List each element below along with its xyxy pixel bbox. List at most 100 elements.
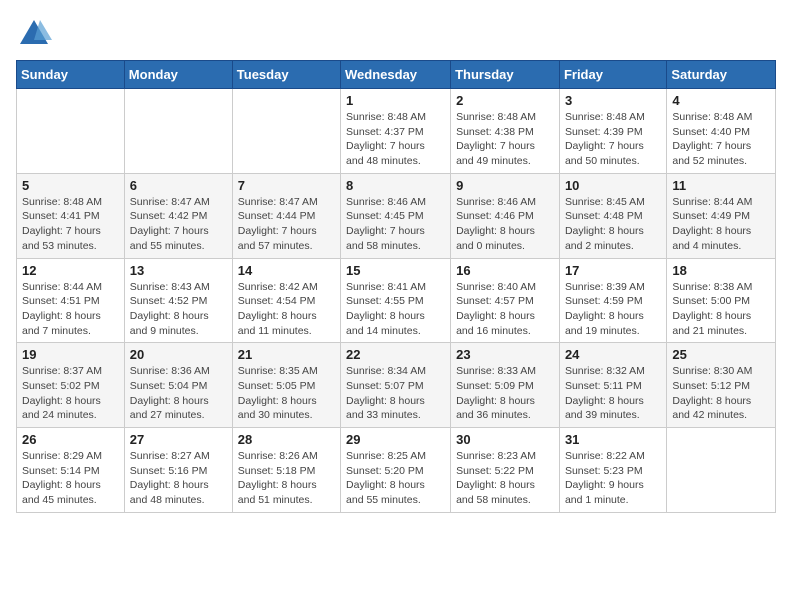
day-info: Sunrise: 8:44 AM Sunset: 4:51 PM Dayligh… — [22, 280, 119, 339]
day-number: 23 — [456, 347, 554, 362]
day-number: 29 — [346, 432, 445, 447]
calendar-cell: 18 Sunrise: 8:38 AM Sunset: 5:00 PM Dayli… — [667, 258, 776, 343]
day-number: 19 — [22, 347, 119, 362]
day-info: Sunrise: 8:48 AM Sunset: 4:40 PM Dayligh… — [672, 110, 770, 169]
day-number: 21 — [238, 347, 335, 362]
day-number: 2 — [456, 93, 554, 108]
calendar-cell: 15 Sunrise: 8:41 AM Sunset: 4:55 PM Dayli… — [341, 258, 451, 343]
calendar-table: SundayMondayTuesdayWednesdayThursdayFrid… — [16, 60, 776, 513]
day-info: Sunrise: 8:48 AM Sunset: 4:38 PM Dayligh… — [456, 110, 554, 169]
day-number: 24 — [565, 347, 661, 362]
day-of-week-header: Saturday — [667, 61, 776, 89]
page-header — [16, 16, 776, 52]
day-info: Sunrise: 8:27 AM Sunset: 5:16 PM Dayligh… — [130, 449, 227, 508]
day-number: 31 — [565, 432, 661, 447]
calendar-cell: 5Sunrise: 8:48 AM Sunset: 4:41 PM Daylig… — [17, 173, 125, 258]
day-of-week-header: Thursday — [451, 61, 560, 89]
day-info: Sunrise: 8:36 AM Sunset: 5:04 PM Dayligh… — [130, 364, 227, 423]
day-number: 9 — [456, 178, 554, 193]
day-info: Sunrise: 8:46 AM Sunset: 4:46 PM Dayligh… — [456, 195, 554, 254]
day-info: Sunrise: 8:33 AM Sunset: 5:09 PM Dayligh… — [456, 364, 554, 423]
day-info: Sunrise: 8:48 AM Sunset: 4:39 PM Dayligh… — [565, 110, 661, 169]
day-number: 15 — [346, 263, 445, 278]
calendar-cell — [667, 428, 776, 513]
day-info: Sunrise: 8:43 AM Sunset: 4:52 PM Dayligh… — [130, 280, 227, 339]
calendar-cell: 8 Sunrise: 8:46 AM Sunset: 4:45 PM Daylig… — [341, 173, 451, 258]
day-number: 17 — [565, 263, 661, 278]
day-info: Sunrise: 8:38 AM Sunset: 5:00 PM Dayligh… — [672, 280, 770, 339]
calendar-cell: 6 Sunrise: 8:47 AM Sunset: 4:42 PM Daylig… — [124, 173, 232, 258]
calendar-header-row: SundayMondayTuesdayWednesdayThursdayFrid… — [17, 61, 776, 89]
calendar-cell: 9 Sunrise: 8:46 AM Sunset: 4:46 PM Daylig… — [451, 173, 560, 258]
calendar-cell: 23 Sunrise: 8:33 AM Sunset: 5:09 PM Dayli… — [451, 343, 560, 428]
calendar-cell: 3 Sunrise: 8:48 AM Sunset: 4:39 PM Daylig… — [559, 89, 666, 174]
day-info: Sunrise: 8:45 AM Sunset: 4:48 PM Dayligh… — [565, 195, 661, 254]
calendar-cell: 10 Sunrise: 8:45 AM Sunset: 4:48 PM Dayli… — [559, 173, 666, 258]
calendar-week-row: 12 Sunrise: 8:44 AM Sunset: 4:51 PM Dayli… — [17, 258, 776, 343]
day-info: Sunrise: 8:42 AM Sunset: 4:54 PM Dayligh… — [238, 280, 335, 339]
day-info: Sunrise: 8:34 AM Sunset: 5:07 PM Dayligh… — [346, 364, 445, 423]
calendar-cell: 30 Sunrise: 8:23 AM Sunset: 5:22 PM Dayli… — [451, 428, 560, 513]
day-number: 22 — [346, 347, 445, 362]
day-number: 28 — [238, 432, 335, 447]
calendar-cell: 1Sunrise: 8:48 AM Sunset: 4:37 PM Daylig… — [341, 89, 451, 174]
day-number: 26 — [22, 432, 119, 447]
day-number: 6 — [130, 178, 227, 193]
calendar-cell: 26 Sunrise: 8:29 AM Sunset: 5:14 PM Dayli… — [17, 428, 125, 513]
calendar-cell: 17 Sunrise: 8:39 AM Sunset: 4:59 PM Dayli… — [559, 258, 666, 343]
day-number: 4 — [672, 93, 770, 108]
day-info: Sunrise: 8:46 AM Sunset: 4:45 PM Dayligh… — [346, 195, 445, 254]
day-info: Sunrise: 8:22 AM Sunset: 5:23 PM Dayligh… — [565, 449, 661, 508]
day-number: 7 — [238, 178, 335, 193]
day-number: 14 — [238, 263, 335, 278]
calendar-cell: 13 Sunrise: 8:43 AM Sunset: 4:52 PM Dayli… — [124, 258, 232, 343]
day-info: Sunrise: 8:35 AM Sunset: 5:05 PM Dayligh… — [238, 364, 335, 423]
calendar-cell: 25 Sunrise: 8:30 AM Sunset: 5:12 PM Dayli… — [667, 343, 776, 428]
day-number: 3 — [565, 93, 661, 108]
calendar-cell — [124, 89, 232, 174]
day-info: Sunrise: 8:47 AM Sunset: 4:44 PM Dayligh… — [238, 195, 335, 254]
day-number: 16 — [456, 263, 554, 278]
day-info: Sunrise: 8:40 AM Sunset: 4:57 PM Dayligh… — [456, 280, 554, 339]
day-of-week-header: Tuesday — [232, 61, 340, 89]
day-info: Sunrise: 8:48 AM Sunset: 4:41 PM Dayligh… — [22, 195, 119, 254]
day-info: Sunrise: 8:26 AM Sunset: 5:18 PM Dayligh… — [238, 449, 335, 508]
calendar-cell: 19 Sunrise: 8:37 AM Sunset: 5:02 PM Dayli… — [17, 343, 125, 428]
day-number: 18 — [672, 263, 770, 278]
day-info: Sunrise: 8:23 AM Sunset: 5:22 PM Dayligh… — [456, 449, 554, 508]
day-number: 8 — [346, 178, 445, 193]
calendar-week-row: 1Sunrise: 8:48 AM Sunset: 4:37 PM Daylig… — [17, 89, 776, 174]
day-of-week-header: Sunday — [17, 61, 125, 89]
day-number: 25 — [672, 347, 770, 362]
calendar-cell: 4 Sunrise: 8:48 AM Sunset: 4:40 PM Daylig… — [667, 89, 776, 174]
calendar-cell: 31 Sunrise: 8:22 AM Sunset: 5:23 PM Dayli… — [559, 428, 666, 513]
day-number: 13 — [130, 263, 227, 278]
day-info: Sunrise: 8:39 AM Sunset: 4:59 PM Dayligh… — [565, 280, 661, 339]
calendar-cell: 12 Sunrise: 8:44 AM Sunset: 4:51 PM Dayli… — [17, 258, 125, 343]
calendar-cell: 22 Sunrise: 8:34 AM Sunset: 5:07 PM Dayli… — [341, 343, 451, 428]
day-info: Sunrise: 8:47 AM Sunset: 4:42 PM Dayligh… — [130, 195, 227, 254]
calendar-week-row: 19 Sunrise: 8:37 AM Sunset: 5:02 PM Dayli… — [17, 343, 776, 428]
calendar-week-row: 5Sunrise: 8:48 AM Sunset: 4:41 PM Daylig… — [17, 173, 776, 258]
day-number: 1 — [346, 93, 445, 108]
calendar-cell: 24Sunrise: 8:32 AM Sunset: 5:11 PM Dayli… — [559, 343, 666, 428]
day-number: 11 — [672, 178, 770, 193]
calendar-week-row: 26 Sunrise: 8:29 AM Sunset: 5:14 PM Dayli… — [17, 428, 776, 513]
day-info: Sunrise: 8:37 AM Sunset: 5:02 PM Dayligh… — [22, 364, 119, 423]
calendar-cell — [232, 89, 340, 174]
day-info: Sunrise: 8:29 AM Sunset: 5:14 PM Dayligh… — [22, 449, 119, 508]
calendar-cell: 20 Sunrise: 8:36 AM Sunset: 5:04 PM Dayli… — [124, 343, 232, 428]
day-number: 12 — [22, 263, 119, 278]
day-info: Sunrise: 8:44 AM Sunset: 4:49 PM Dayligh… — [672, 195, 770, 254]
day-info: Sunrise: 8:25 AM Sunset: 5:20 PM Dayligh… — [346, 449, 445, 508]
day-info: Sunrise: 8:30 AM Sunset: 5:12 PM Dayligh… — [672, 364, 770, 423]
day-number: 30 — [456, 432, 554, 447]
day-number: 20 — [130, 347, 227, 362]
day-of-week-header: Monday — [124, 61, 232, 89]
calendar-cell: 27 Sunrise: 8:27 AM Sunset: 5:16 PM Dayli… — [124, 428, 232, 513]
day-number: 27 — [130, 432, 227, 447]
day-info: Sunrise: 8:41 AM Sunset: 4:55 PM Dayligh… — [346, 280, 445, 339]
calendar-cell: 28 Sunrise: 8:26 AM Sunset: 5:18 PM Dayli… — [232, 428, 340, 513]
calendar-cell: 21 Sunrise: 8:35 AM Sunset: 5:05 PM Dayli… — [232, 343, 340, 428]
day-number: 10 — [565, 178, 661, 193]
